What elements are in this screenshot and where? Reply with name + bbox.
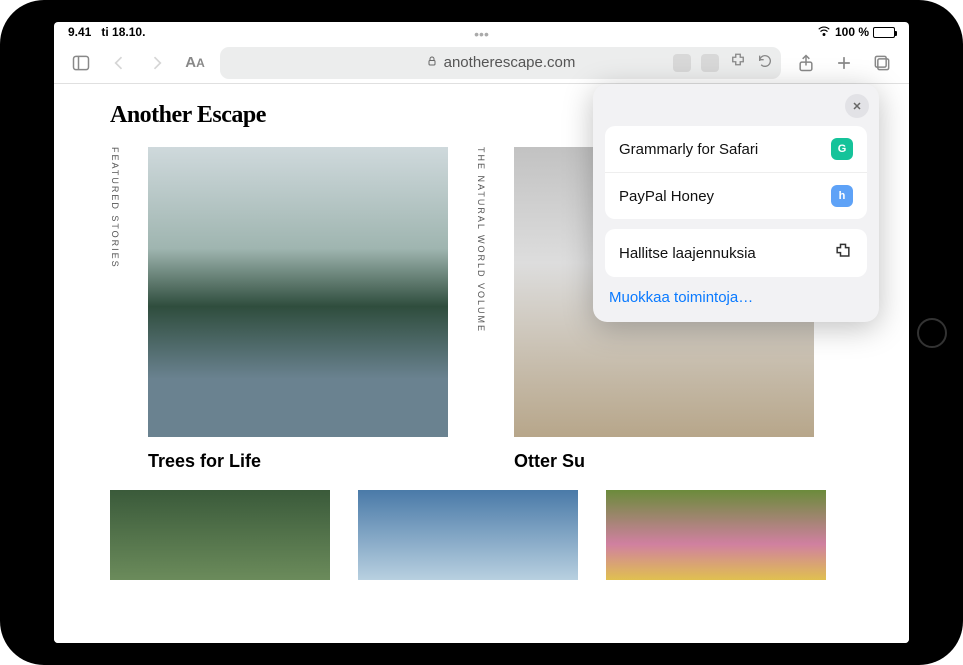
- story-1[interactable]: Trees for Life: [148, 147, 448, 472]
- screen: ••• 9.41 ti 18.10. 100 %: [54, 22, 909, 643]
- popover-close-button[interactable]: [845, 94, 869, 118]
- back-icon[interactable]: [106, 50, 132, 76]
- extension-chip-1-icon[interactable]: [673, 54, 691, 72]
- extensions-icon[interactable]: [729, 52, 747, 74]
- status-date: ti 18.10.: [101, 25, 145, 39]
- extension-honey[interactable]: PayPal Honey h: [605, 172, 867, 219]
- battery-icon: [873, 27, 895, 38]
- manage-extensions[interactable]: Hallitse laajennuksia: [605, 229, 867, 277]
- thumb-2[interactable]: [358, 490, 578, 580]
- story-1-title: Trees for Life: [148, 451, 448, 472]
- status-right: 100 %: [817, 24, 895, 41]
- multitask-dots-icon[interactable]: •••: [474, 26, 489, 42]
- status-left: 9.41 ti 18.10.: [68, 25, 145, 39]
- extension-honey-label: PayPal Honey: [619, 188, 714, 205]
- featured-stories-label: FEATURED STORIES: [110, 147, 120, 472]
- edit-actions-link[interactable]: Muokkaa toimintoja…: [605, 277, 867, 310]
- new-tab-icon[interactable]: [831, 50, 857, 76]
- lock-icon: [426, 54, 438, 71]
- extensions-list: Grammarly for Safari G PayPal Honey h: [605, 126, 867, 219]
- wifi-icon: [817, 24, 831, 41]
- manage-list: Hallitse laajennuksia: [605, 229, 867, 277]
- home-button[interactable]: [917, 318, 947, 348]
- page-settings-aa-icon[interactable]: AA: [182, 50, 208, 76]
- story-2-title: Otter Su: [514, 451, 814, 472]
- safari-toolbar: AA anotherescape.com: [54, 42, 909, 84]
- natural-world-label: THE NATURAL WORLD VOLUME: [476, 147, 486, 472]
- battery-percent: 100 %: [835, 25, 869, 39]
- extension-grammarly-label: Grammarly for Safari: [619, 141, 758, 158]
- address-url: anotherescape.com: [444, 54, 576, 71]
- extension-chip-2-icon[interactable]: [701, 54, 719, 72]
- reload-icon[interactable]: [757, 53, 773, 73]
- grammarly-icon: G: [831, 138, 853, 160]
- site-brand[interactable]: Another Escape: [110, 102, 266, 129]
- address-bar[interactable]: anotherescape.com: [220, 47, 781, 79]
- status-time: 9.41: [68, 25, 91, 39]
- thumbnail-row: [54, 472, 909, 598]
- thumb-1[interactable]: [110, 490, 330, 580]
- extension-grammarly[interactable]: Grammarly for Safari G: [605, 126, 867, 172]
- forward-icon[interactable]: [144, 50, 170, 76]
- story-1-image: [148, 147, 448, 437]
- manage-extensions-label: Hallitse laajennuksia: [619, 245, 756, 262]
- puzzle-icon: [833, 241, 853, 265]
- thumb-3[interactable]: [606, 490, 826, 580]
- honey-icon: h: [831, 185, 853, 207]
- sidebar-icon[interactable]: [68, 50, 94, 76]
- tabs-icon[interactable]: [869, 50, 895, 76]
- ipad-frame: ••• 9.41 ti 18.10. 100 %: [0, 0, 963, 665]
- share-icon[interactable]: [793, 50, 819, 76]
- extensions-popover: Grammarly for Safari G PayPal Honey h Ha…: [593, 84, 879, 322]
